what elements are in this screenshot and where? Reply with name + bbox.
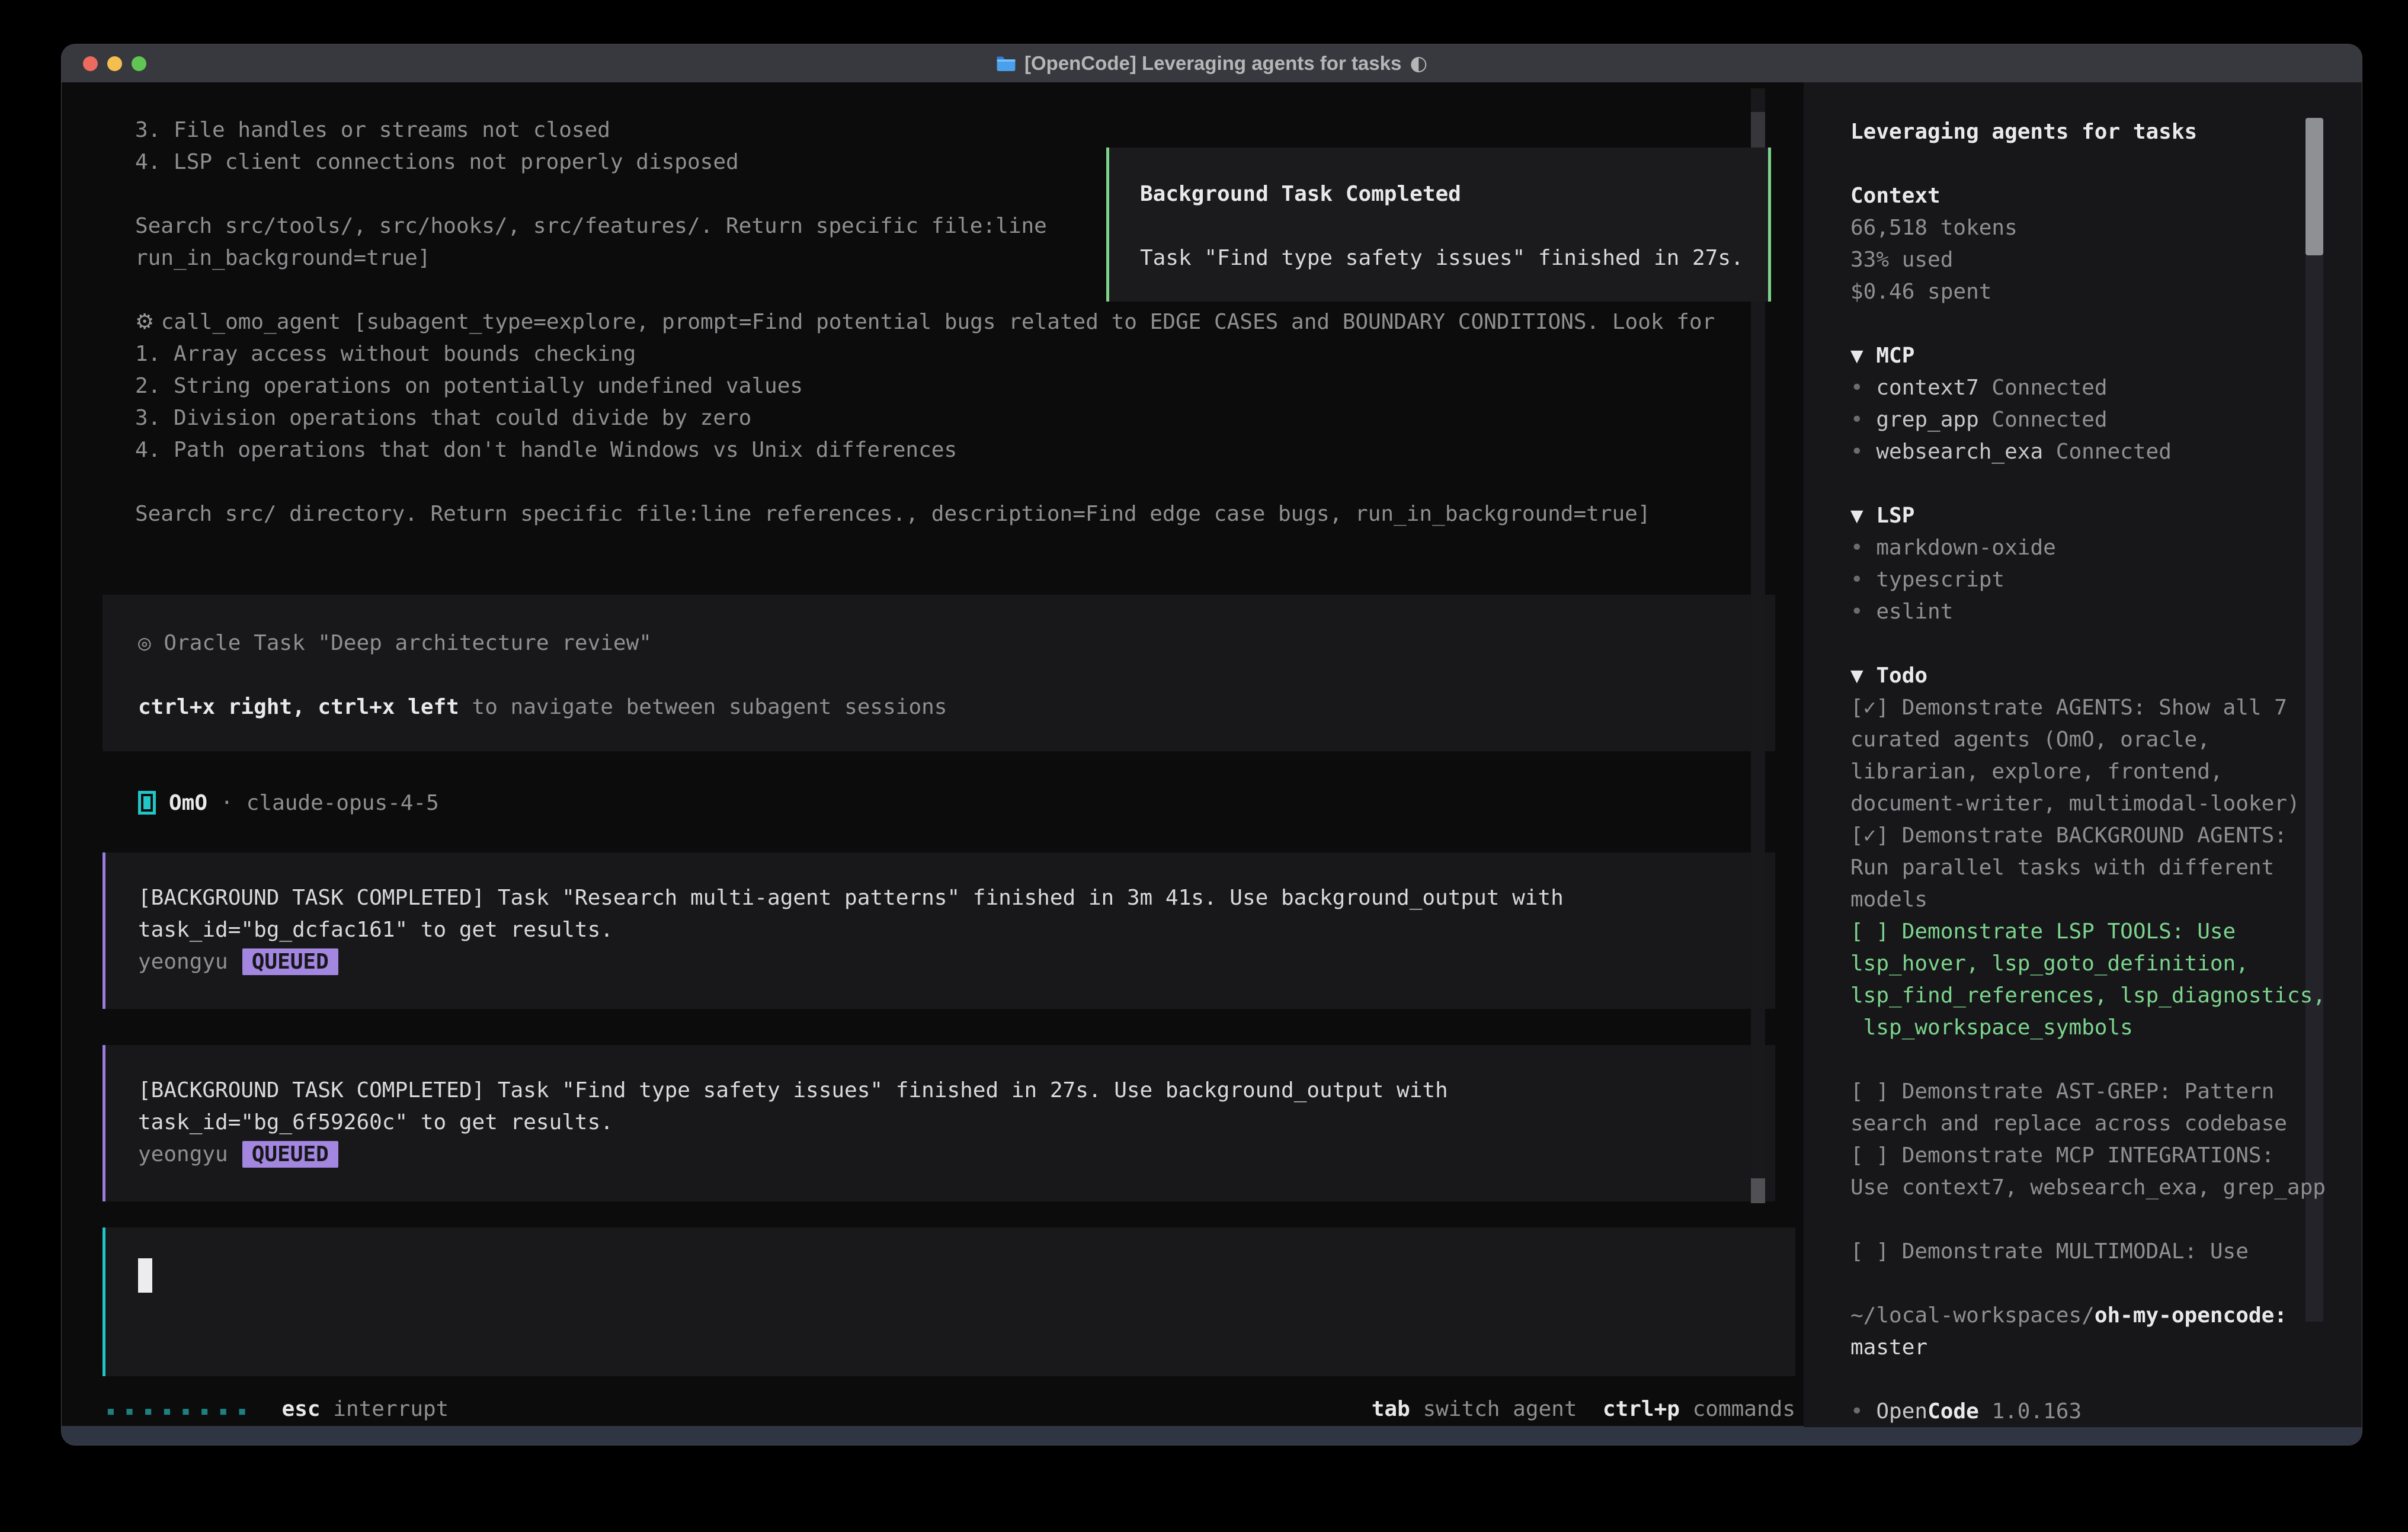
line: task_id="bg_6f59260c" to get results.	[138, 1107, 1775, 1139]
line: [✓] Demonstrate BACKGROUND AGENTS:	[1850, 820, 2326, 852]
line	[135, 466, 1715, 498]
line: [ ] Demonstrate MULTIMODAL: Use	[1850, 1236, 2326, 1268]
line	[1850, 308, 2326, 340]
line: Context	[1850, 180, 2326, 212]
line	[1850, 628, 2326, 660]
line: master	[1850, 1332, 2326, 1364]
line: [ ] Demonstrate AST-GREP: Pattern	[1850, 1076, 2326, 1108]
window-title-group: [OpenCode] Leveraging agents for tasks ◐	[996, 52, 1427, 75]
separator-dot: ·	[220, 791, 233, 815]
terminal-content: 3. File handles or streams not closed 4. …	[62, 82, 2362, 1427]
line: Leveraging agents for tasks	[1850, 116, 2326, 148]
line: [✓] Demonstrate AGENTS: Show all 7	[1850, 692, 2326, 724]
terminal-window: [OpenCode] Leveraging agents for tasks ◐…	[61, 44, 2362, 1446]
line: 66,518 tokens	[1850, 212, 2326, 244]
line: • context7 Connected	[1850, 372, 2326, 404]
agent-model: claude-opus-4-5	[246, 791, 439, 815]
close-button[interactable]	[83, 56, 98, 71]
line: Run parallel tasks with different	[1850, 852, 2326, 884]
line: ◎ Oracle Task "Deep architecture review"	[138, 627, 1775, 659]
agent-icon	[138, 791, 156, 815]
line	[1850, 468, 2326, 500]
line: Use context7, websearch_exa, grep_app	[1850, 1172, 2326, 1204]
line: ▼ Todo	[1850, 660, 2326, 692]
line: yeongyuQUEUED	[138, 946, 1775, 978]
line: 3. Division operations that could divide…	[135, 402, 1715, 434]
line: 4. Path operations that don't handle Win…	[135, 434, 1715, 466]
status-left: ▪▪▪▪▪▪▪▪ esc interrupt	[106, 1393, 449, 1425]
line: 3. File handles or streams not closed	[135, 114, 1715, 146]
line	[138, 1363, 151, 1395]
line: curated agents (OmO, oracle,	[1850, 724, 2326, 756]
line	[1850, 1204, 2326, 1236]
line: [ ] Demonstrate LSP TOOLS: Use	[1850, 916, 2326, 948]
moon-indicator-icon: ◐	[1410, 52, 1427, 75]
text-cursor	[138, 1258, 152, 1293]
prompt-input[interactable]	[103, 1227, 1795, 1376]
line: ▼ LSP	[1850, 500, 2326, 532]
line: • eslint	[1850, 596, 2326, 628]
line: [BACKGROUND TASK COMPLETED] Task "Find t…	[138, 1075, 1775, 1107]
line: lsp_find_references, lsp_diagnostics,	[1850, 980, 2326, 1012]
line	[138, 1331, 151, 1363]
sidebar-info: Leveraging agents for tasks Context66,51…	[1850, 116, 2326, 1428]
line	[138, 659, 1775, 691]
line	[1850, 1268, 2326, 1300]
session-sidebar: Leveraging agents for tasks Context66,51…	[1804, 82, 2362, 1427]
line: search and replace across codebase	[1850, 1108, 2326, 1140]
line: • markdown-oxide	[1850, 532, 2326, 564]
minimize-button[interactable]	[107, 56, 122, 71]
line	[1850, 148, 2326, 180]
line	[1850, 1364, 2326, 1396]
line: lsp_hover, lsp_goto_definition,	[1850, 948, 2326, 980]
line: • OpenCode 1.0.163	[1850, 1396, 2326, 1428]
line: ⚙ call_omo_agent [subagent_type=explore,…	[135, 306, 1715, 338]
background-task-message: [BACKGROUND TASK COMPLETED] Task "Resear…	[103, 852, 1775, 1009]
background-task-toast: Background Task Completed Task "Find typ…	[1106, 148, 1771, 302]
status-right: tab switch agent ctrl+p commands	[1372, 1393, 1795, 1425]
line: librarian, explore, frontend,	[1850, 756, 2326, 788]
title-bar[interactable]: [OpenCode] Leveraging agents for tasks ◐	[62, 44, 2362, 82]
line: 1. Array access without bounds checking	[135, 338, 1715, 370]
line: ctrl+x right, ctrl+x left to navigate be…	[138, 691, 1775, 723]
background-task-message: [BACKGROUND TASK COMPLETED] Task "Find t…	[103, 1045, 1775, 1201]
window-bottom-frame	[62, 1426, 2362, 1445]
line: yeongyuQUEUED	[138, 1139, 1775, 1171]
chat-scrollbar-thumb-bottom[interactable]	[1751, 1178, 1765, 1203]
line: Search src/ directory. Return specific f…	[135, 498, 1715, 530]
line: document-writer, multimodal-looker)	[1850, 788, 2326, 820]
oracle-task-panel: ◎ Oracle Task "Deep architecture review"…	[103, 595, 1775, 751]
agent-header: OmO · claude-opus-4-5	[138, 787, 439, 819]
agent-name: OmO	[169, 791, 207, 815]
line: models	[1850, 884, 2326, 916]
zoom-button[interactable]	[132, 56, 146, 71]
window-title: [OpenCode] Leveraging agents for tasks	[1024, 52, 1401, 75]
line: • typescript	[1850, 564, 2326, 596]
toast-title: Background Task Completed	[1140, 178, 1768, 210]
folder-icon	[996, 55, 1016, 72]
line: • websearch_exa Connected	[1850, 436, 2326, 468]
line: ~/local-workspaces/oh-my-opencode:	[1850, 1300, 2326, 1332]
line: • grep_app Connected	[1850, 404, 2326, 436]
line: ▼ MCP	[1850, 340, 2326, 372]
line: [BACKGROUND TASK COMPLETED] Task "Resear…	[138, 882, 1775, 914]
line: 2. String operations on potentially unde…	[135, 370, 1715, 402]
line: task_id="bg_dcfac161" to get results.	[138, 914, 1775, 946]
status-bar: ▪▪▪▪▪▪▪▪ esc interrupt tab switch agent …	[106, 1393, 1795, 1425]
toast-body: Task "Find type safety issues" finished …	[1140, 242, 1768, 274]
line: [ ] Demonstrate MCP INTEGRATIONS:	[1850, 1140, 2326, 1172]
traffic-lights	[83, 56, 146, 71]
line: lsp_workspace_symbols	[1850, 1012, 2326, 1044]
line: 33% used	[1850, 244, 2326, 276]
line: $0.46 spent	[1850, 276, 2326, 308]
line	[1850, 1044, 2326, 1076]
